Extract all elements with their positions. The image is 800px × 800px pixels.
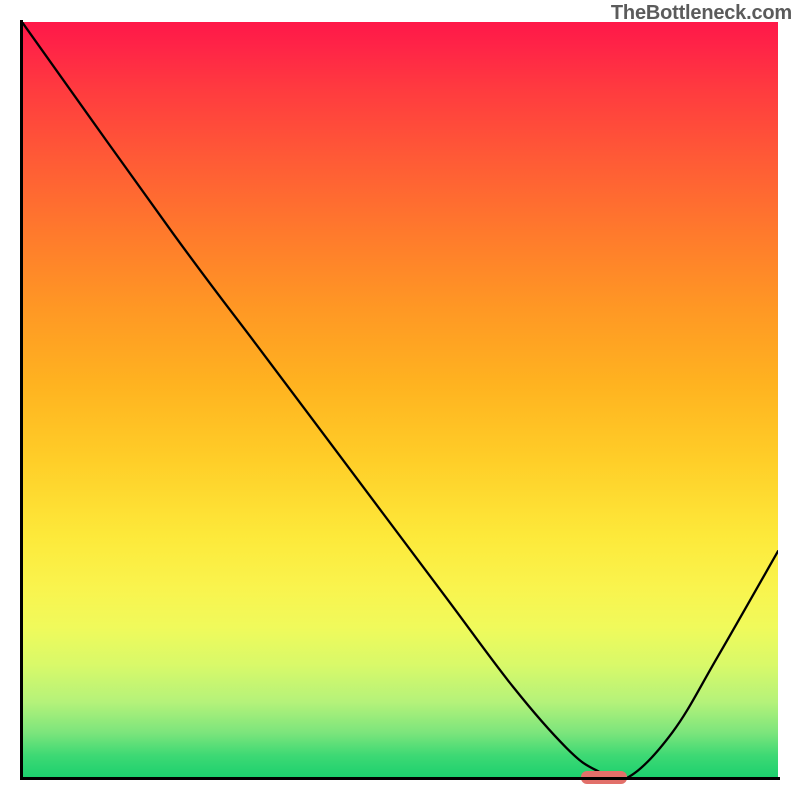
y-axis <box>20 20 23 780</box>
x-axis <box>20 777 780 780</box>
plot-background-gradient <box>22 22 778 778</box>
bottleneck-chart: TheBottleneck.com <box>0 0 800 800</box>
